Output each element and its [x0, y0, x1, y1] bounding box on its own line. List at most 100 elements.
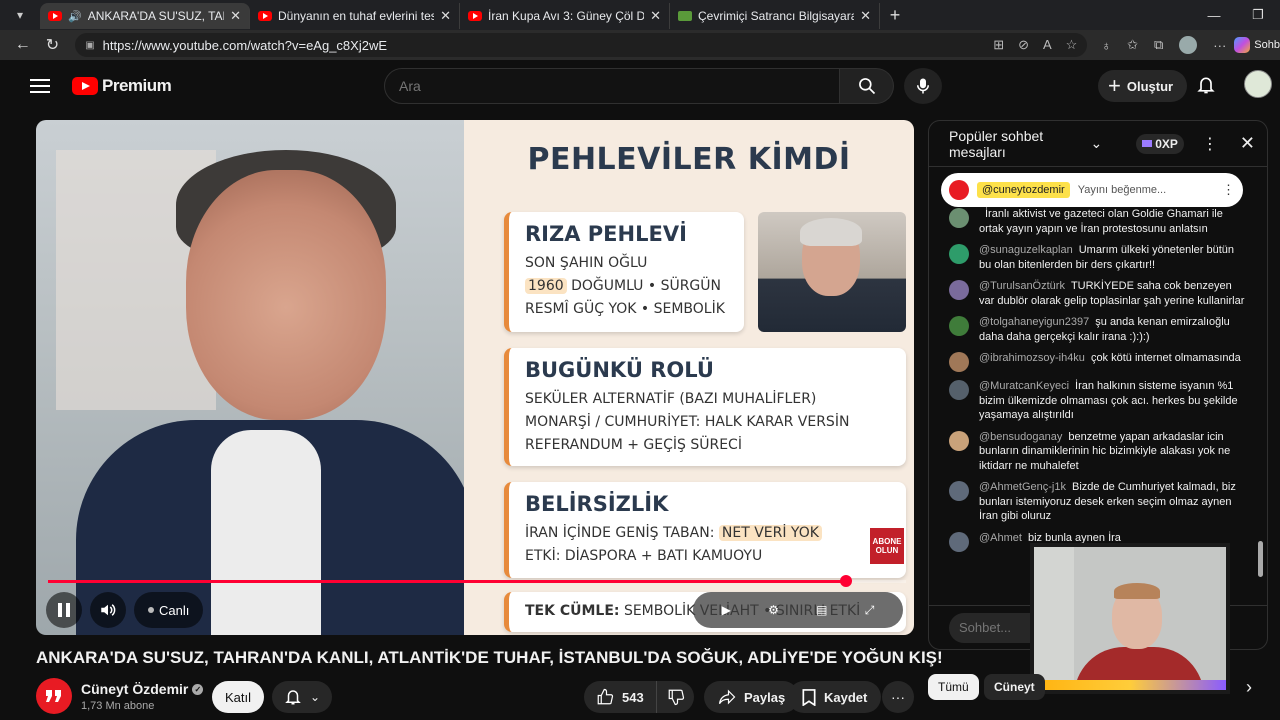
profile-avatar[interactable] [1179, 36, 1198, 54]
browser-tab-4[interactable]: Çevrimiçi Satrancı Bilgisayara Karş ✕ [670, 3, 880, 29]
maximize-icon[interactable]: ❐ [1236, 7, 1280, 23]
new-tab-button[interactable]: + [880, 5, 910, 26]
volume-button[interactable] [90, 592, 126, 628]
browser-tab-3[interactable]: İran Kupa Avı 3: Güney Çöl Dağ Ke ✕ [460, 3, 670, 29]
chat-message[interactable]: @tolgahaneyigun2397 şu anda kenan emirzal… [929, 315, 1255, 344]
chat-message[interactable]: @bensudoganay benzetme yapan arkadaslar i… [929, 430, 1255, 474]
chat-message[interactable]: @TurulsanÖztürk TURKİYEDE saha cok benzey… [929, 279, 1255, 308]
settings-gear-icon[interactable]: ⚙ [768, 603, 779, 617]
chat-author[interactable]: @TurulsanÖztürk [979, 280, 1065, 292]
reload-icon[interactable]: ↻ [38, 35, 68, 55]
dislike-button[interactable] [657, 688, 695, 706]
fullscreen-icon[interactable]: ⤢ [865, 603, 875, 618]
live-indicator[interactable]: Canlı [134, 592, 204, 628]
voice-search-button[interactable] [904, 68, 942, 104]
notifications-button[interactable] [1196, 74, 1216, 101]
chat-author-avatar[interactable] [949, 430, 969, 451]
read-aloud-icon[interactable]: A [1043, 37, 1052, 53]
chat-message[interactable]: @sunaguzelkaplan Umarım ülkeki yönetenler… [929, 243, 1255, 272]
chat-author-avatar[interactable] [949, 244, 969, 264]
chat-message[interactable]: @MuratcanKeyeci İran halkının sisteme isy… [929, 379, 1255, 423]
subscribe-notifications-button[interactable]: ⌄ [272, 681, 332, 713]
chat-author[interactable]: @tolgahaneyigun2397 [979, 316, 1089, 328]
chat-mode-dropdown[interactable]: Popüler sohbet mesajları ⌄ [949, 128, 1102, 160]
search-input[interactable] [384, 68, 840, 104]
browser-tab-2[interactable]: Dünyanın en tuhaf evlerini test ett ✕ [250, 3, 460, 29]
share-button[interactable]: Paylaş [704, 681, 800, 713]
chat-author-avatar[interactable] [949, 531, 969, 552]
subtitles-icon[interactable]: ▤ [816, 603, 827, 617]
favorites-icon[interactable]: ✩ [1127, 37, 1138, 53]
more-menu-icon[interactable]: ··· [1213, 38, 1226, 53]
search-button[interactable] [840, 68, 894, 104]
chat-author-avatar[interactable] [949, 208, 969, 228]
chat-author[interactable]: @sunaguzelkaplan [979, 244, 1073, 256]
save-button[interactable]: Kaydet [788, 681, 882, 713]
hamburger-menu-icon[interactable] [30, 79, 50, 93]
close-tab-icon[interactable]: ✕ [440, 8, 451, 24]
app-available-icon[interactable]: ⊞ [993, 37, 1004, 53]
chat-scrollbar[interactable] [1258, 541, 1263, 577]
subscriber-count: 1,73 Mn abone [81, 700, 155, 712]
chat-author-avatar[interactable] [949, 280, 969, 300]
points-badge[interactable]: 0XP [1136, 133, 1184, 154]
chat-author[interactable]: @bensudoganay [979, 431, 1062, 443]
subscribe-badge: ABONE OLUN [870, 528, 904, 564]
chat-message[interactable]: @ibrahimozsoy-ih4ku çok kötü internet olm… [929, 351, 1255, 372]
pinned-message[interactable]: @cuneytozdemir Yayını beğenme... ⋮ [941, 173, 1243, 207]
chat-author-avatar[interactable] [949, 316, 969, 336]
create-label: Oluştur [1126, 78, 1174, 94]
video-player[interactable]: PEHLEVİLER KİMDİ RIZA PEHLEVİ SON ŞAHIN … [36, 120, 914, 635]
chat-author[interactable]: @ibrahimozsoy-ih4ku [979, 352, 1085, 364]
scrubber-handle[interactable] [839, 575, 852, 587]
channel-name[interactable]: Cüneyt Özdemir ✓ [81, 681, 204, 697]
youtube-logo[interactable]: Premium [72, 76, 172, 96]
join-button[interactable]: Katıl [212, 681, 264, 713]
chat-message[interactable]: İranlı aktivist ve gazeteci olan Goldie … [929, 207, 1255, 236]
like-count: 543 [622, 689, 644, 705]
close-tab-icon[interactable]: ✕ [650, 8, 661, 24]
chat-message[interactable]: @AhmetGenç-j1k Bizde de Cumhuriyet kalmad… [929, 480, 1255, 524]
extension-icon[interactable]: ♁ [1101, 38, 1111, 53]
play-pause-button[interactable] [46, 592, 82, 628]
pinned-options-icon[interactable]: ⋮ [1222, 182, 1235, 198]
tab-list-chevron-icon[interactable]: ▾ [0, 0, 40, 30]
chip-channel[interactable]: Cüneyt [984, 674, 1045, 700]
chat-author[interactable]: @AhmetGenç-j1k [979, 481, 1066, 493]
window-controls: — ❐ [1192, 0, 1280, 30]
minimize-icon[interactable]: — [1192, 8, 1236, 23]
progress-bar[interactable] [48, 575, 906, 587]
close-tab-icon[interactable]: ✕ [860, 8, 871, 24]
copilot-button[interactable]: Sohb [1234, 37, 1280, 53]
speaker-icon[interactable]: 🔊 [68, 10, 82, 23]
account-avatar[interactable] [1244, 70, 1272, 98]
more-actions-button[interactable]: ··· [882, 681, 914, 713]
like-button[interactable]: 543 [584, 681, 657, 713]
chat-author-avatar[interactable] [949, 352, 969, 372]
chevron-right-icon[interactable]: › [1236, 674, 1262, 700]
chat-author[interactable]: @Ahmet [979, 532, 1022, 544]
highlight-text: 1960 [525, 278, 567, 294]
close-chat-icon[interactable]: ✕ [1240, 133, 1255, 154]
url-field[interactable]: ▣ https://www.youtube.com/watch?v=eAg_c8… [75, 33, 1088, 57]
chat-author-avatar[interactable] [949, 380, 969, 400]
search-icon [858, 78, 875, 95]
card-line: 1960 DOĞUMLU • SÜRGÜN [525, 275, 728, 298]
tracking-prevention-icon[interactable]: ⊘ [1018, 37, 1029, 53]
chip-all[interactable]: Tümü [928, 674, 979, 700]
favorite-star-icon[interactable]: ☆ [1066, 37, 1078, 53]
channel-avatar[interactable] [36, 678, 72, 714]
pinned-author[interactable]: @cuneytozdemir [977, 182, 1070, 198]
close-tab-icon[interactable]: ✕ [230, 8, 241, 24]
chat-author[interactable]: @MuratcanKeyeci [979, 380, 1069, 392]
back-arrow-icon[interactable]: ← [8, 36, 38, 54]
autoplay-toggle-icon[interactable]: ▶ [722, 603, 731, 617]
card-line: RESMÎ GÜÇ YOK • SEMBOLİK [525, 301, 725, 317]
site-info-icon[interactable]: ▣ [85, 40, 94, 51]
browser-tab-1[interactable]: 🔊 ANKARA'DA SU'SUZ, TAHRAN'DA ✕ [40, 3, 250, 29]
chat-author-avatar[interactable] [949, 481, 969, 501]
create-button[interactable]: + Oluştur [1098, 70, 1188, 102]
copilot-label: Sohb [1254, 39, 1280, 51]
collections-icon[interactable]: ⧉ [1154, 37, 1163, 53]
chat-options-icon[interactable]: ⋮ [1202, 134, 1218, 154]
